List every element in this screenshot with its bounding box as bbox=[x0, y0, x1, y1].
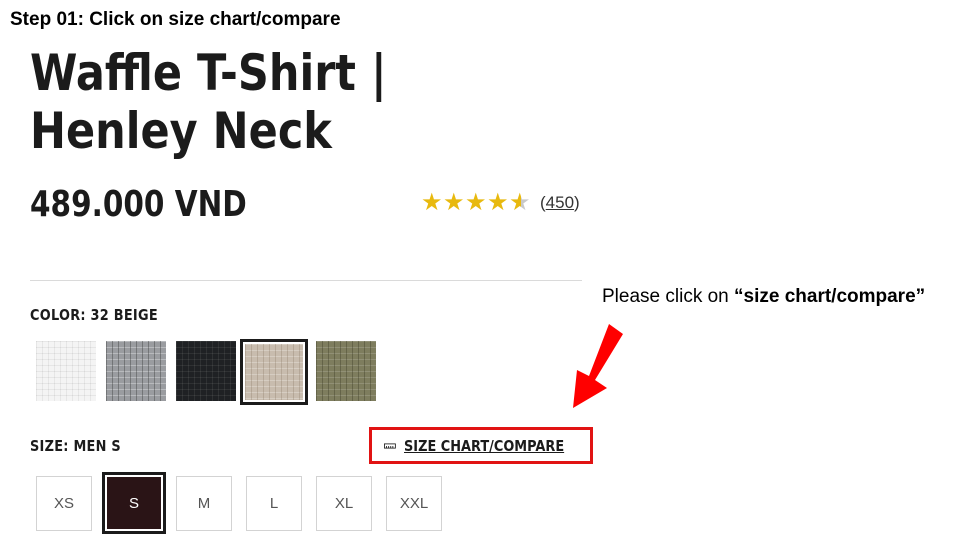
size-label: SIZE: MEN S bbox=[30, 437, 121, 455]
swatch-fill bbox=[36, 341, 96, 401]
color-swatch-olive[interactable] bbox=[316, 341, 376, 401]
product-price: 489.000 VND bbox=[30, 184, 247, 225]
review-count: (450) bbox=[540, 193, 580, 212]
ruler-icon bbox=[384, 442, 396, 449]
red-arrow-icon bbox=[573, 324, 623, 408]
size-option-m[interactable]: M bbox=[176, 476, 232, 531]
size-option-s[interactable]: S bbox=[102, 472, 166, 534]
size-option-xs[interactable]: XS bbox=[36, 476, 92, 531]
star-icon: ★ bbox=[443, 189, 465, 216]
half-star-icon: ★ bbox=[509, 189, 531, 216]
size-chart-compare-link[interactable]: SIZE CHART/COMPARE bbox=[369, 427, 593, 464]
swatch-fill bbox=[176, 341, 236, 401]
star-icon: ★ bbox=[421, 189, 443, 216]
star-icon: ★ bbox=[465, 189, 487, 216]
color-label: COLOR: 32 BEIGE bbox=[30, 306, 158, 324]
swatch-fill bbox=[316, 341, 376, 401]
helper-text: Please click on “size chart/compare” bbox=[602, 286, 926, 307]
divider bbox=[30, 280, 582, 281]
product-title: Waffle T-Shirt | Henley Neck bbox=[30, 44, 387, 160]
color-swatch-beige[interactable] bbox=[240, 339, 308, 405]
color-swatch-gray[interactable] bbox=[106, 341, 166, 401]
swatch-fill bbox=[106, 341, 166, 401]
size-option-l[interactable]: L bbox=[246, 476, 302, 531]
star-icon: ★ bbox=[487, 189, 509, 216]
color-swatch-white[interactable] bbox=[36, 341, 96, 401]
size-option-xl[interactable]: XL bbox=[316, 476, 372, 531]
size-chart-compare-label: SIZE CHART/COMPARE bbox=[403, 436, 564, 455]
review-count-link[interactable]: 450 bbox=[546, 193, 574, 212]
color-swatch-black[interactable] bbox=[176, 341, 236, 401]
swatch-fill bbox=[245, 344, 303, 400]
rating: ★ ★ ★ ★ ★ (450) bbox=[421, 191, 580, 215]
step-title: Step 01: Click on size chart/compare bbox=[10, 9, 341, 30]
size-option-xxl[interactable]: XXL bbox=[386, 476, 442, 531]
